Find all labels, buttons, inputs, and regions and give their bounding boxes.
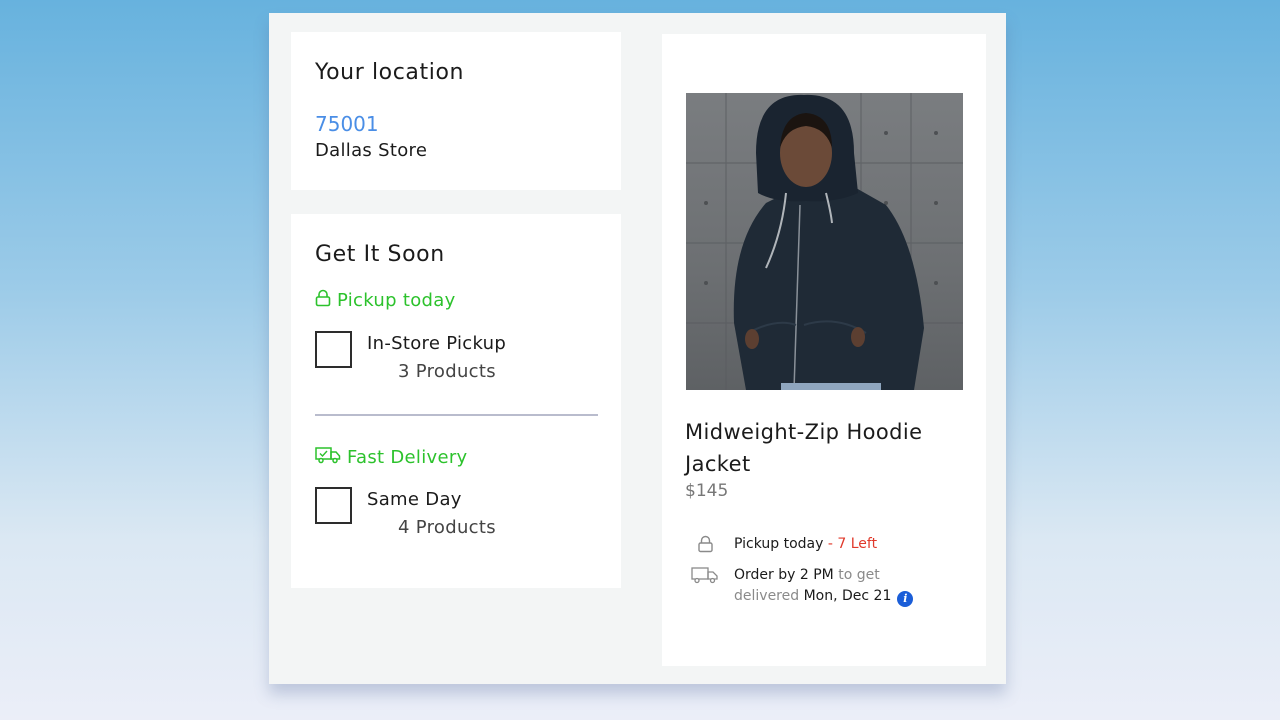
- get-it-soon-card: Get It Soon Pickup today In-Store Pickup…: [291, 214, 621, 588]
- pickup-separator: -: [823, 536, 838, 552]
- product-card[interactable]: Midweight-Zip Hoodie Jacket $145 Pickup …: [662, 34, 986, 666]
- get-it-soon-title: Get It Soon: [315, 242, 445, 267]
- zip-code-link[interactable]: 75001: [315, 112, 379, 136]
- delivery-date: Mon, Dec 21: [799, 588, 892, 604]
- pickup-today-text: Pickup today: [337, 290, 456, 311]
- lock-icon: [315, 289, 331, 312]
- app-frame: Your location 75001 Dallas Store Get It …: [269, 13, 1006, 684]
- info-icon[interactable]: i: [897, 590, 914, 607]
- product-price: $145: [685, 481, 729, 501]
- fast-delivery-text: Fast Delivery: [347, 447, 468, 468]
- store-name: Dallas Store: [315, 140, 428, 161]
- same-day-label: Same Day: [367, 489, 462, 510]
- location-card: Your location 75001 Dallas Store: [291, 32, 621, 190]
- delivered-text: delivered: [734, 588, 800, 604]
- pickup-today-label: Pickup today: [315, 289, 456, 312]
- in-store-pickup-label: In-Store Pickup: [367, 333, 507, 354]
- same-day-count: 4 Products: [398, 517, 496, 538]
- delivery-estimate-text: Order by 2 PM to get delivered Mon, Dec …: [734, 565, 914, 607]
- in-store-pickup-checkbox[interactable]: [315, 331, 352, 368]
- location-title: Your location: [315, 60, 465, 85]
- pickup-today-note: Pickup today: [734, 536, 824, 552]
- product-image[interactable]: [686, 93, 963, 390]
- fast-delivery-label: Fast Delivery: [315, 446, 468, 469]
- lock-icon: [690, 534, 720, 553]
- pickup-availability-row: Pickup today - 7 Left: [690, 534, 877, 555]
- product-name[interactable]: Midweight-Zip Hoodie Jacket: [685, 416, 965, 480]
- order-by-time: Order by 2 PM: [734, 567, 834, 583]
- pickup-availability-text: Pickup today - 7 Left: [734, 534, 877, 555]
- truck-icon: [690, 565, 720, 584]
- truck-icon: [315, 446, 341, 469]
- section-divider: [315, 414, 598, 416]
- stock-left: 7 Left: [837, 536, 878, 552]
- in-store-pickup-count: 3 Products: [398, 361, 496, 382]
- same-day-checkbox[interactable]: [315, 487, 352, 524]
- to-get-text: to get: [833, 567, 880, 583]
- delivery-estimate-row: Order by 2 PM to get delivered Mon, Dec …: [690, 565, 914, 607]
